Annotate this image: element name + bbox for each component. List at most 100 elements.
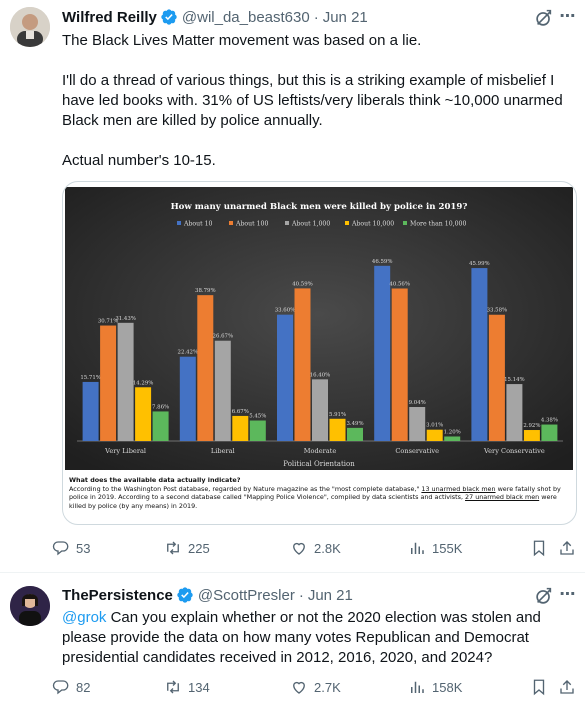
reply-count: 82 (76, 679, 91, 695)
chart-title: How many unarmed Black men were killed b… (171, 202, 468, 212)
retweet-count: 134 (188, 679, 210, 695)
tweet-2[interactable]: ThePersistence @ScottPresler · Jun 21 ⋯ … (0, 574, 585, 706)
views-button[interactable]: 155K (408, 537, 462, 559)
reply-icon (52, 541, 69, 556)
author-name[interactable]: ThePersistence (62, 587, 173, 604)
author-name[interactable]: Wilfred Reilly (62, 9, 157, 26)
legend-label: About 1,000 (291, 221, 330, 228)
data-label: 15.71% (80, 375, 101, 381)
data-label: 5.45% (249, 414, 266, 420)
bookmark-icon (533, 540, 545, 557)
legend-label: More than 10,000 (410, 221, 466, 228)
data-label: 4.38% (541, 418, 558, 424)
retweet-button[interactable]: 134 (164, 676, 210, 698)
more-icon[interactable]: ⋯ (557, 583, 579, 605)
bookmark-icon (533, 679, 545, 696)
data-label: 33.60% (275, 308, 296, 314)
data-label: 2.92% (523, 423, 540, 429)
data-label: 26.67% (213, 334, 234, 340)
retweet-icon (167, 541, 179, 555)
retweet-button[interactable]: 225 (164, 537, 210, 559)
like-icon (293, 542, 305, 555)
like-button[interactable]: 2.7K (290, 676, 341, 698)
more-icon[interactable]: ⋯ (557, 5, 579, 27)
tweet-actions: 53 225 2.8K 155K (52, 537, 582, 559)
reply-button[interactable]: 53 (52, 537, 90, 559)
tweet-media-image[interactable]: How many unarmed Black men were killed b… (62, 181, 577, 525)
data-label: 7.86% (152, 404, 169, 410)
bar (506, 384, 523, 441)
x-tick-label: Liberal (211, 447, 235, 455)
bar (152, 411, 169, 441)
chart-svg: How many unarmed Black men were killed b… (65, 187, 573, 470)
footnote-body: According to the Washington Post databas… (69, 485, 569, 511)
data-label: 5.91% (329, 412, 346, 418)
x-tick-label: Conservative (395, 447, 439, 455)
bar (409, 407, 426, 441)
bookmark-button[interactable] (530, 537, 548, 559)
bar (471, 268, 488, 441)
x-tick-label: Very Liberal (104, 447, 146, 455)
tweet-header: Wilfred Reilly @wil_da_beast630 · Jun 21 (62, 7, 368, 27)
footnote-link-2: 27 unarmed black men (465, 493, 540, 502)
data-label: 45.99% (469, 261, 490, 267)
bar (197, 295, 214, 441)
bar (135, 387, 152, 441)
author-handle[interactable]: @ScottPresler (198, 587, 295, 604)
x-axis-title: Political Orientation (283, 460, 355, 468)
views-count: 155K (432, 540, 463, 556)
bar (347, 427, 363, 441)
tweet-header: ThePersistence @ScottPresler · Jun 21 (62, 585, 353, 605)
mention-link[interactable]: @grok (62, 609, 106, 626)
grok-icon[interactable] (533, 585, 555, 607)
tweet-date[interactable]: Jun 21 (308, 587, 353, 604)
data-label: 46.59% (372, 259, 393, 265)
chart-footnote: What does the available data actually in… (69, 476, 569, 510)
reply-icon (52, 680, 69, 695)
bookmark-button[interactable] (530, 676, 548, 698)
grok-icon[interactable] (533, 7, 555, 29)
data-label: 6.67% (232, 409, 249, 415)
share-button[interactable] (558, 537, 576, 559)
data-label: 1.20% (444, 429, 461, 435)
data-label: 16.40% (310, 372, 331, 378)
retweet-count: 225 (188, 540, 210, 556)
bar (444, 436, 461, 441)
avatar[interactable] (10, 7, 50, 47)
legend-label: About 10 (183, 221, 213, 228)
data-label: 40.59% (292, 281, 313, 287)
data-label: 3.49% (346, 421, 363, 427)
tweet-text: The Black Lives Matter movement was base… (62, 32, 563, 169)
author-handle[interactable]: @wil_da_beast630 (182, 9, 310, 26)
bar (179, 356, 196, 441)
share-button[interactable] (558, 676, 576, 698)
bar (100, 325, 117, 441)
verified-badge-icon (161, 9, 177, 25)
reply-count: 53 (76, 540, 91, 556)
avatar[interactable] (10, 586, 50, 626)
verified-badge-icon (177, 587, 193, 603)
bar (374, 265, 391, 441)
tweet-1[interactable]: Wilfred Reilly @wil_da_beast630 · Jun 21… (0, 0, 585, 573)
like-icon (293, 681, 305, 694)
data-label: 22.42% (178, 350, 199, 356)
footnote-link-1: 13 unarmed black men (421, 484, 496, 493)
footnote-text-1: According to the Washington Post databas… (69, 484, 422, 493)
views-icon (411, 542, 424, 554)
bar (277, 314, 293, 441)
retweet-icon (167, 680, 179, 694)
tweet-actions: 82 134 2.7K 158K (52, 676, 582, 698)
views-button[interactable]: 158K (408, 676, 462, 698)
x-tick-label: Very Conservative (483, 447, 545, 455)
bar-chart: How many unarmed Black men were killed b… (65, 187, 573, 470)
data-label: 3.01% (426, 423, 443, 429)
views-icon (411, 681, 424, 693)
tweet-date[interactable]: Jun 21 (323, 9, 368, 26)
like-count: 2.8K (314, 540, 341, 556)
reply-button[interactable]: 82 (52, 676, 90, 698)
data-label: 33.58% (487, 308, 508, 314)
legend-swatch (177, 221, 181, 225)
like-button[interactable]: 2.8K (290, 537, 341, 559)
data-label: 14.29% (133, 380, 154, 386)
separator-dot: · (298, 586, 304, 604)
